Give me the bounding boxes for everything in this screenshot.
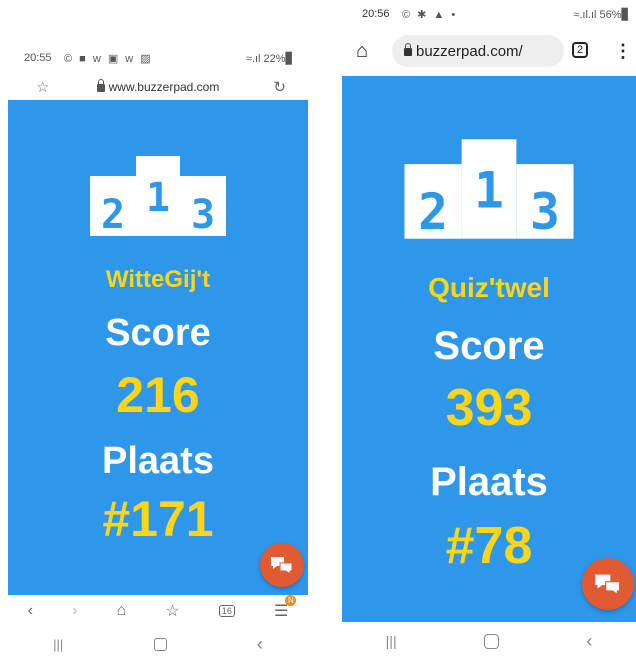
system-nav-bar: ||| ‹: [8, 632, 308, 656]
left-phone-screen: 20:55 © ■ w ▣ w ▨ ≈.ıl 22%▊ ☆ www.buzzer…: [8, 40, 308, 655]
system-back-icon[interactable]: ‹: [257, 634, 263, 655]
chat-icon: [271, 557, 293, 575]
podium-2: 2: [101, 192, 125, 236]
score-label: Score: [105, 312, 211, 354]
results-panel: 2 1 3 Quiz'twel Score 393 Plaats #78: [342, 76, 636, 622]
menu-badge: N: [285, 595, 297, 606]
url-text: www.buzzerpad.com: [108, 80, 220, 94]
bookmarks-icon[interactable]: ☆: [165, 601, 179, 621]
url-field[interactable]: www.buzzerpad.com: [8, 79, 308, 94]
home-icon[interactable]: ⌂: [117, 602, 127, 620]
tabs-count: 16: [221, 606, 232, 616]
podium-1: 1: [474, 162, 504, 220]
lock-icon: [96, 79, 105, 92]
chat-button[interactable]: [260, 543, 304, 587]
results-panel: 2 1 3 WitteGij't Score 216 Plaats #171: [8, 100, 308, 595]
home-circle-icon[interactable]: [483, 633, 499, 649]
score-value: 393: [445, 379, 533, 437]
url-text: buzzerpad.com/: [416, 42, 523, 60]
score-label: Score: [433, 324, 545, 368]
overflow-menu-icon[interactable]: ⋮: [614, 41, 632, 62]
reload-icon[interactable]: ↻: [273, 78, 286, 96]
chat-icon: [595, 574, 621, 596]
browser-nav-bar: ‹ › ⌂ ☆ 16 ☰ N: [8, 595, 308, 624]
tabs-button[interactable]: 16: [218, 605, 235, 617]
rank-value: #171: [102, 491, 214, 547]
battery-status: ≈.ıl 22%▊: [245, 53, 294, 65]
podium-icon: 2 1 3: [404, 139, 574, 241]
url-field[interactable]: buzzerpad.com/: [392, 35, 564, 67]
home-icon[interactable]: ⌂: [356, 40, 368, 63]
lock-icon: [404, 43, 412, 56]
rank-label: Plaats: [430, 460, 548, 504]
battery-status: ≈.ıl.ıl 56%▊: [573, 9, 630, 21]
address-bar: ☆ www.buzzerpad.com ↻: [8, 76, 308, 98]
back-icon[interactable]: ‹: [28, 602, 33, 620]
score-value: 216: [116, 367, 200, 423]
podium-3: 3: [191, 192, 215, 236]
tabs-count: 2: [577, 44, 584, 56]
system-nav-bar: ||| ‹: [342, 628, 636, 654]
notification-icons: © ■ w ▣ w ▨: [64, 53, 153, 65]
podium-3: 3: [530, 183, 560, 241]
tabs-button[interactable]: 2: [572, 42, 589, 58]
recents-icon[interactable]: |||: [53, 637, 63, 652]
home-circle-icon[interactable]: [153, 637, 167, 651]
team-name: WitteGij't: [105, 266, 211, 293]
status-time: 20:56: [362, 8, 390, 20]
podium-icon: 2 1 3: [90, 156, 226, 236]
recents-icon[interactable]: |||: [386, 633, 397, 649]
rank-label: Plaats: [102, 440, 214, 482]
right-phone-screen: 20:56 © ✱ ▲ • ≈.ıl.ıl 56%▊ ⌂ buzzerpad.c…: [342, 0, 636, 655]
podium-1: 1: [146, 175, 170, 221]
team-name: Quiz'twel: [428, 272, 550, 303]
chat-button[interactable]: [582, 558, 634, 610]
forward-icon[interactable]: ›: [72, 602, 77, 620]
system-back-icon[interactable]: ‹: [586, 631, 592, 652]
notification-icons: © ✱ ▲ •: [402, 9, 458, 21]
menu-button[interactable]: ☰ N: [274, 595, 297, 621]
address-bar: ⌂ buzzerpad.com/ 2 ⋮: [342, 32, 636, 70]
podium-2: 2: [418, 183, 448, 241]
status-time: 20:55: [24, 52, 52, 64]
